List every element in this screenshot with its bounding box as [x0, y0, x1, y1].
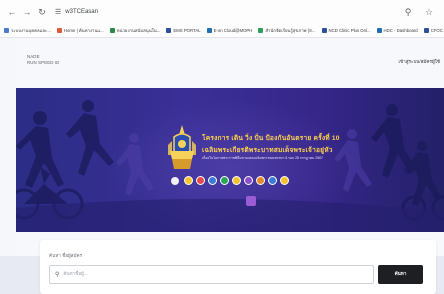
bookmark-label: E-on Cloud@MOPH	[213, 28, 253, 33]
address-bar-url: w3TCEasan	[65, 9, 98, 15]
browser-window: ← → ↻ ☰ w3TCEasan ⚲ ☆ ระบบงานบุคคลและ...…	[0, 0, 444, 294]
login-link[interactable]: เข้าสู่ระบบ/สมัครผู้ใช้	[398, 59, 440, 66]
partner-logos	[184, 176, 289, 185]
bookmark-item[interactable]: NCD Clinic Plus Onl...	[321, 28, 371, 33]
banner-title-line1: โครงการ เดิน วิ่ง ปั่น ป้องกันอันตราย คร…	[202, 135, 340, 142]
brand-line2: RUN SPEED ID	[27, 60, 60, 65]
banner-subtitle: เนื่องในโอกาสพระราชพิธีมหามงคลเฉลิมพระชน…	[202, 156, 323, 160]
bookmark-label: ระบบงานบุคคลและ...	[11, 28, 51, 33]
search-placeholder: ค้นหาชื่อผู้...	[63, 271, 88, 276]
search-label: ค้นหา ชื่อผู้สมัคร	[49, 253, 83, 258]
search-button[interactable]: ค้นหา	[378, 265, 423, 284]
partner-logo-icon	[184, 176, 193, 185]
bookmark-item[interactable]: E-on Cloud@MOPH	[206, 28, 253, 33]
partner-logo-small	[246, 196, 256, 206]
partner-logo-icon	[280, 176, 289, 185]
browser-toolbar: ← → ↻ ☰ w3TCEasan ⚲ ☆	[0, 0, 444, 24]
partner-logo-icon	[220, 176, 229, 185]
search-input[interactable]: ⚲ ค้นหาชื่อผู้...	[49, 265, 374, 284]
bookmark-item[interactable]: หน่วยงานสนับสนุนใน...	[109, 27, 161, 34]
bookmark-label: สำนักจัดเรียนรู้สุขภาพ (S...	[265, 28, 316, 33]
bookmark-item[interactable]: EMS PORTAL	[166, 28, 201, 33]
address-bar[interactable]: ☰ w3TCEasan	[51, 5, 396, 19]
reload-icon[interactable]: ↻	[36, 6, 48, 18]
partner-logo-icon	[268, 176, 277, 185]
bookmark-star-icon[interactable]: ☆	[423, 6, 435, 18]
site-logo[interactable]: NADE RUN SPEED ID	[27, 54, 59, 66]
bookmark-favicon-icon	[206, 28, 212, 33]
event-banner: โครงการ เดิน วิ่ง ปั่น ป้องกันอันตราย คร…	[16, 88, 444, 232]
bookmark-favicon-icon	[376, 28, 382, 33]
back-icon[interactable]: ←	[6, 6, 18, 18]
bookmark-favicon-icon	[4, 28, 9, 33]
partner-logo-main	[171, 177, 179, 185]
partner-logo-icon	[244, 176, 253, 185]
bookmark-label: HDC - Dashboard	[383, 28, 418, 33]
bookmark-item[interactable]: HDC - Dashboard	[376, 28, 418, 33]
partner-logo-icon	[208, 176, 217, 185]
partner-logo-icon	[256, 176, 265, 185]
bookmarks-bar: ระบบงานบุคคลและ... Home | ค้นหางานแ... หน่…	[0, 24, 444, 38]
bookmark-label: Home | ค้นหางานแ...	[63, 28, 104, 33]
partner-logo-icon	[196, 176, 205, 185]
bookmark-favicon-icon	[56, 28, 62, 33]
bookmark-item[interactable]: ระบบงานบุคคลและ...	[4, 27, 51, 34]
bookmark-favicon-icon	[321, 28, 327, 33]
bookmark-favicon-icon	[423, 28, 429, 33]
royal-emblem-icon	[168, 125, 196, 169]
web-page: NADE RUN SPEED ID เข้าสู่ระบบ/สมัครผู้ใช…	[16, 38, 444, 294]
bookmark-label: NCD Clinic Plus Onl...	[328, 28, 371, 33]
banner-title-line2: เฉลิมพระเกียรติพระบาทสมเด็จพระเจ้าอยู่หั…	[202, 147, 333, 154]
bookmark-favicon-icon	[258, 28, 264, 33]
bookmark-item[interactable]: สำนักจัดเรียนรู้สุขภาพ (S...	[258, 27, 316, 34]
zoom-icon[interactable]: ⚲	[402, 6, 414, 18]
bookmark-favicon-icon	[166, 28, 172, 33]
site-header: NADE RUN SPEED ID เข้าสู่ระบบ/สมัครผู้ใช…	[16, 38, 444, 88]
bookmark-favicon-icon	[109, 28, 115, 33]
forward-icon[interactable]: →	[21, 6, 33, 18]
partner-logo-icon	[232, 176, 241, 185]
bookmark-item[interactable]: Home | ค้นหางานแ...	[56, 27, 104, 34]
site-info-icon[interactable]: ☰	[55, 8, 61, 16]
bookmark-label: CFOC Awards	[430, 28, 444, 33]
search-card: ค้นหา ชื่อผู้สมัคร ⚲ ค้นหาชื่อผู้... ค้น…	[40, 240, 436, 294]
bookmark-label: EMS PORTAL	[173, 28, 201, 33]
search-icon: ⚲	[55, 272, 60, 278]
bookmark-item[interactable]: CFOC Awards	[423, 28, 444, 33]
bookmark-label: หน่วยงานสนับสนุนใน...	[116, 28, 161, 33]
